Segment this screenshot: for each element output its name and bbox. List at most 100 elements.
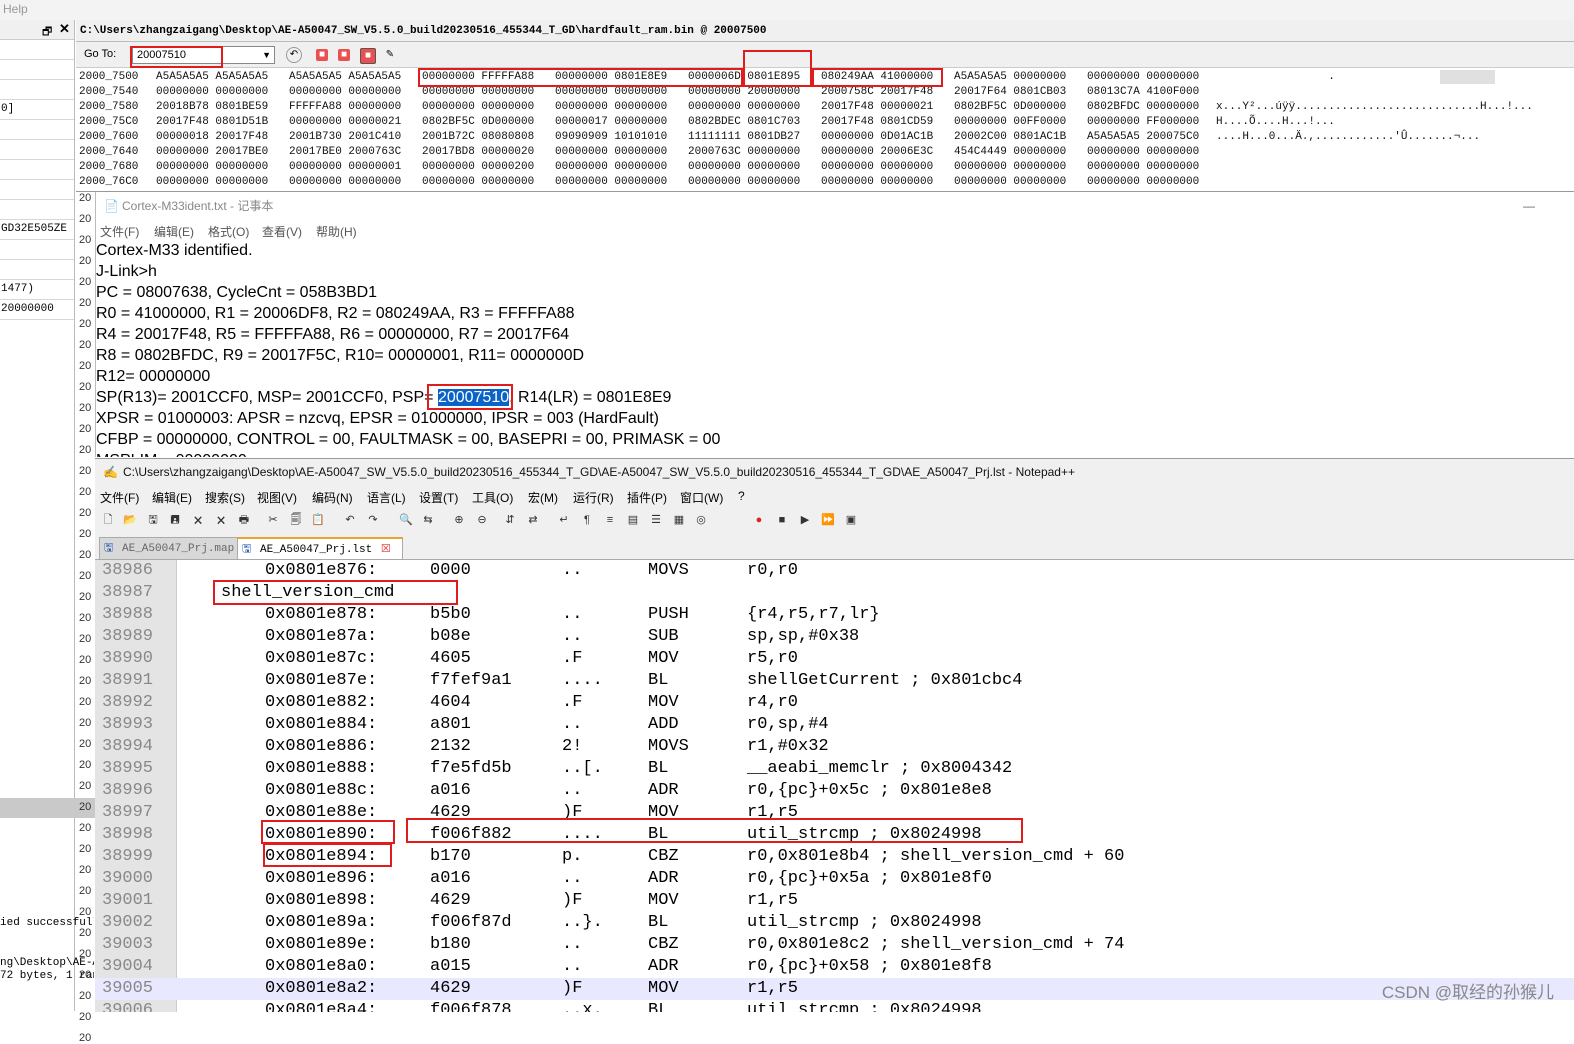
- hex-cell[interactable]: A5A5A5A5 200075C0: [1087, 130, 1199, 145]
- code-line[interactable]: 38988 0x0801e878: b5b0.. PUSH {r4,r5,r7,lr}: [95, 604, 1574, 626]
- tab-lst-file[interactable]: 🖫 AE_A50047_Prj.lst ☒: [237, 537, 403, 561]
- redo-icon[interactable]: ↷: [365, 512, 381, 528]
- hex-cell[interactable]: 00000000 00000000: [422, 85, 534, 100]
- hex-cell[interactable]: 00000000 00000000: [555, 175, 667, 190]
- paste-icon[interactable]: 📋: [310, 512, 326, 528]
- code-line[interactable]: 38998 0x0801e890: f006f882.... BL util_strcm…: [95, 824, 1574, 846]
- hex-cell[interactable]: 00000000 0D01AC1B: [821, 130, 933, 145]
- close-all-icon[interactable]: 🗙: [213, 512, 229, 528]
- replace-icon[interactable]: ⇆: [420, 512, 436, 528]
- stop-macro-icon[interactable]: ■: [774, 512, 790, 528]
- indent-guide-icon[interactable]: ≡: [602, 512, 618, 528]
- hex-cell[interactable]: 20002C00 0801AC1B: [954, 130, 1066, 145]
- bookmark-prev-icon[interactable]: ■: [338, 49, 350, 61]
- hex-cell[interactable]: 2000763C 00000000: [688, 145, 800, 160]
- hex-cell[interactable]: 00000000 00000000: [1087, 145, 1199, 160]
- hex-cell[interactable]: 00000000 00000200: [422, 160, 534, 175]
- code-line[interactable]: 39005 0x0801e8a2: 4629)F MOV r1,r5: [95, 978, 1574, 1000]
- notepadpp-menu-item[interactable]: 语言(L): [367, 489, 406, 506]
- code-line[interactable]: 38992 0x0801e882: 4604 .F MOV r4,r0: [95, 692, 1574, 714]
- word-wrap-icon[interactable]: ↵: [556, 512, 572, 528]
- notepad-menu-item[interactable]: 查看(V): [262, 223, 302, 240]
- close-file-icon[interactable]: 🗙: [190, 512, 206, 528]
- sync-horizontal-icon[interactable]: ⇄: [525, 512, 541, 528]
- code-line[interactable]: 39002 0x0801e89a: f006f87d..}. BL util_strcm…: [95, 912, 1574, 934]
- hex-cell[interactable]: A5A5A5A5 00000000: [954, 70, 1066, 85]
- notepadpp-menu-item[interactable]: 运行(R): [573, 489, 614, 506]
- save-macro-icon[interactable]: ▣: [843, 512, 859, 528]
- hex-cell[interactable]: 0802BDEC 0801C703: [688, 115, 800, 130]
- hex-cell[interactable]: 20017F64 0801CB03: [954, 85, 1066, 100]
- tab-map-file[interactable]: 🖫 AE_A50047_Prj.map ☒: [99, 537, 259, 561]
- zoom-out-icon[interactable]: ⊖: [474, 512, 490, 528]
- code-line[interactable]: 38996 0x0801e88c: a016.. ADR r0,{pc}+0x5c ; …: [95, 780, 1574, 802]
- hex-cell[interactable]: 20017F48 00000021: [821, 100, 933, 115]
- code-line[interactable]: 39004 0x0801e8a0: a015.. ADR r0,{pc}+0x58 ; …: [95, 956, 1574, 978]
- hex-cell[interactable]: 00000000 00000000: [954, 175, 1066, 190]
- close-tab-icon[interactable]: ☒: [381, 544, 391, 556]
- notepadpp-menu-item[interactable]: 编辑(E): [152, 489, 192, 506]
- function-list-icon[interactable]: ☰: [648, 512, 664, 528]
- menu-item-help[interactable]: Help: [3, 2, 28, 16]
- hex-cell[interactable]: 080249AA 41000000: [821, 70, 933, 85]
- notepadpp-menu-item[interactable]: 搜索(S): [205, 489, 245, 506]
- hex-cell[interactable]: 09090909 10101010: [555, 130, 667, 145]
- hex-cell[interactable]: 00000000 00000000: [688, 175, 800, 190]
- hex-cell[interactable]: 00000000 00000000: [1087, 70, 1199, 85]
- hex-cell[interactable]: 00000000 00000000: [555, 160, 667, 175]
- hex-cell[interactable]: 00000000 00000000: [289, 175, 401, 190]
- hex-cell[interactable]: 00000000 00000000: [156, 85, 268, 100]
- code-line[interactable]: 38987 shell_version_cmd: [95, 582, 1574, 604]
- save-all-icon[interactable]: 🖪: [167, 512, 183, 528]
- hex-cell[interactable]: 00000000 00000000: [555, 100, 667, 115]
- hex-cell[interactable]: 00000000 0801E8E9: [555, 70, 667, 85]
- hex-cell[interactable]: 20018B78 0801BE59: [156, 100, 268, 115]
- code-line[interactable]: 38997 0x0801e88e: 4629)F MOV r1,r5: [95, 802, 1574, 824]
- hex-cell[interactable]: 2001B730 2001C410: [289, 130, 401, 145]
- hex-cell[interactable]: 20017BE0 2000763C: [289, 145, 401, 160]
- notepadpp-menu-item[interactable]: 视图(V): [257, 489, 297, 506]
- play-macro-icon[interactable]: ▶: [797, 512, 813, 528]
- hex-cell[interactable]: 11111111 0801DB27: [688, 130, 800, 145]
- notepadpp-menu-item[interactable]: 设置(T): [419, 489, 458, 506]
- code-line[interactable]: 39000 0x0801e896: a016.. ADR r0,{pc}+0x5a ; …: [95, 868, 1574, 890]
- code-line[interactable]: 38995 0x0801e888: f7e5fd5b ..[. BL __aeabi_me…: [95, 758, 1574, 780]
- code-line[interactable]: 38990 0x0801e87c: 4605 .F MOV r5,r0: [95, 648, 1574, 670]
- notepadpp-menu-item[interactable]: 文件(F): [100, 489, 139, 506]
- hex-cell[interactable]: 00000000 00000000: [1087, 160, 1199, 175]
- show-all-chars-icon[interactable]: ¶: [579, 512, 595, 528]
- code-line[interactable]: 38989 0x0801e87a: b08e.. SUB sp,sp,#0x38: [95, 626, 1574, 648]
- hex-cell[interactable]: 2000758C 20017F48: [821, 85, 933, 100]
- close-icon[interactable]: ✕: [59, 21, 70, 37]
- sync-vertical-icon[interactable]: ⇵: [502, 512, 518, 528]
- notepadpp-menu-item[interactable]: 宏(M): [528, 489, 558, 506]
- hex-cell[interactable]: 0000006D 0801E895: [688, 70, 800, 85]
- code-line[interactable]: 39003 0x0801e89e: b180.. CBZ r0,0x801e8c2 ; …: [95, 934, 1574, 956]
- hex-cell[interactable]: 00000000 20006E3C: [821, 145, 933, 160]
- hex-cell[interactable]: 20017BD8 00000020: [422, 145, 534, 160]
- notepad-menu-item[interactable]: 格式(O): [208, 223, 249, 240]
- doc-map-icon[interactable]: ▤: [625, 512, 641, 528]
- notepadpp-menu-item[interactable]: 插件(P): [627, 489, 667, 506]
- code-editor[interactable]: 38986 0x0801e876: 0000.. MOVS r0,r0 38987 shel…: [95, 559, 1574, 1012]
- code-line[interactable]: 38999 0x0801e894: b170 p. CBZ r0,0x801e8b4 ; …: [95, 846, 1574, 868]
- hex-cell[interactable]: 00000000 00000000: [289, 85, 401, 100]
- hex-cell[interactable]: 00000000 00000000: [954, 160, 1066, 175]
- hex-cell[interactable]: 00000000 00000000: [1087, 175, 1199, 190]
- hex-cell[interactable]: A5A5A5A5 A5A5A5A5: [156, 70, 268, 85]
- notepadpp-menu-item[interactable]: ?: [738, 489, 745, 503]
- save-icon[interactable]: 🖫: [145, 512, 161, 528]
- hex-cell[interactable]: 00000000 20000000: [688, 85, 800, 100]
- hex-cell[interactable]: 00000000 00000000: [422, 175, 534, 190]
- find-icon[interactable]: 🔍: [398, 512, 414, 528]
- hex-cell[interactable]: 00000000 00000000: [688, 100, 800, 115]
- copy-icon[interactable]: 🗐: [288, 512, 304, 528]
- run-macro-multiple-icon[interactable]: ⏩: [820, 512, 836, 528]
- hex-cell[interactable]: 00000017 00000000: [555, 115, 667, 130]
- hex-cell[interactable]: 0802BFDC 00000000: [1087, 100, 1199, 115]
- notepadpp-menu-item[interactable]: 窗口(W): [680, 489, 723, 506]
- code-line[interactable]: 38986 0x0801e876: 0000.. MOVS r0,r0: [95, 560, 1574, 582]
- hex-cell[interactable]: 00000000 00000001: [289, 160, 401, 175]
- hex-cell[interactable]: 2001B72C 08080808: [422, 130, 534, 145]
- zoom-in-icon[interactable]: ⊕: [451, 512, 467, 528]
